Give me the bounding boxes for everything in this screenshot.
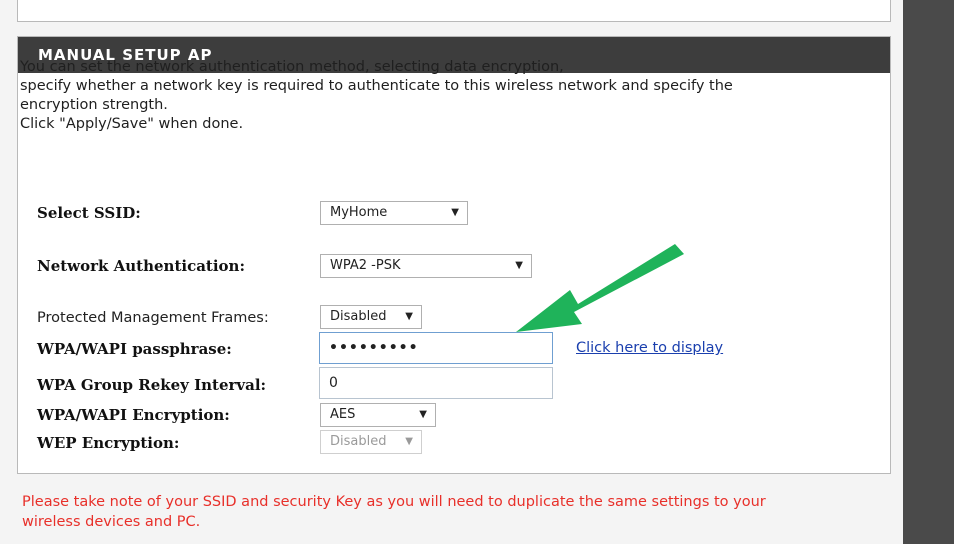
- network-auth-label: Network Authentication:: [37, 257, 246, 275]
- chevron-down-icon: ▼: [405, 311, 413, 322]
- passphrase-value: •••••••••: [329, 340, 419, 356]
- previous-panel: [17, 0, 891, 22]
- note-line: Please take note of your SSID and securi…: [22, 494, 766, 510]
- intro-line: encryption strength.: [20, 97, 168, 113]
- display-passphrase-link[interactable]: Click here to display: [576, 340, 723, 356]
- intro-line: specify whether a network key is require…: [20, 78, 733, 94]
- wep-select-value: Disabled: [330, 434, 387, 449]
- right-panel: [903, 0, 954, 544]
- network-auth-select-value: WPA2 -PSK: [330, 258, 401, 273]
- chevron-down-icon: ▼: [419, 409, 427, 420]
- security-note: Please take note of your SSID and securi…: [22, 492, 882, 532]
- pmf-select-value: Disabled: [330, 309, 387, 324]
- intro-line: Click "Apply/Save" when done.: [20, 116, 244, 132]
- encryption-select[interactable]: AES ▼: [320, 403, 436, 427]
- rekey-label: WPA Group Rekey Interval:: [37, 376, 267, 394]
- chevron-down-icon: ▼: [451, 207, 459, 218]
- wep-label: WEP Encryption:: [37, 434, 180, 452]
- passphrase-label: WPA/WAPI passphrase:: [37, 340, 232, 358]
- ssid-select-value: MyHome: [330, 205, 388, 220]
- ssid-label: Select SSID:: [37, 204, 141, 222]
- green-arrow-icon: [516, 244, 684, 332]
- note-line: wireless devices and PC.: [22, 514, 201, 530]
- intro-line: You can set the network authentication m…: [20, 59, 564, 75]
- chevron-down-icon: ▼: [405, 436, 413, 447]
- rekey-value: 0: [329, 375, 338, 391]
- pmf-select[interactable]: Disabled ▼: [320, 305, 422, 329]
- ssid-select[interactable]: MyHome ▼: [320, 201, 468, 225]
- pmf-label: Protected Management Frames:: [37, 310, 269, 326]
- encryption-label: WPA/WAPI Encryption:: [37, 406, 230, 424]
- rekey-input[interactable]: 0: [319, 367, 553, 399]
- wep-select: Disabled ▼: [320, 430, 422, 454]
- encryption-select-value: AES: [330, 407, 356, 422]
- intro-text: You can set the network authentication m…: [20, 58, 860, 134]
